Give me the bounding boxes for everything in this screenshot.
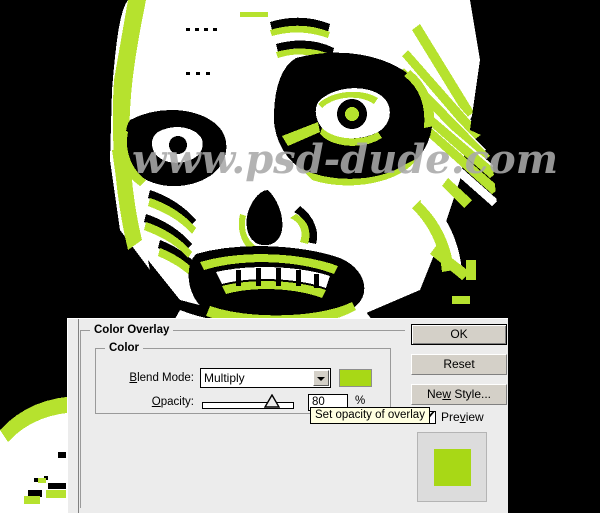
ok-button[interactable]: OK xyxy=(411,324,507,345)
chevron-down-icon[interactable] xyxy=(313,370,329,386)
reset-button[interactable]: Reset xyxy=(411,354,507,375)
style-preview-box xyxy=(417,432,487,502)
opacity-accel: O xyxy=(151,396,161,408)
opacity-label: Opacity: xyxy=(106,396,194,408)
right-eye-socket xyxy=(119,109,227,187)
style-preview-swatch xyxy=(434,449,471,486)
overlay-color-swatch[interactable] xyxy=(339,369,372,387)
opacity-slider-track[interactable] xyxy=(202,402,294,409)
preview-label: Preview xyxy=(441,410,484,424)
tooltip-set-opacity: Set opacity of overlay xyxy=(310,407,430,424)
group-color: Color Blend Mode: Multiply Opacity: 80 % xyxy=(95,342,391,414)
slider-thumb-icon xyxy=(263,393,281,408)
group-title-color-overlay: Color Overlay xyxy=(90,324,174,336)
blend-mode-dropdown[interactable]: Multiply xyxy=(200,368,331,388)
preview-label-prefix: Pre xyxy=(441,410,460,424)
dialog-left-rule xyxy=(78,319,79,513)
blend-mode-label: Blend Mode: xyxy=(106,372,194,384)
new-style-rest: Style... xyxy=(451,387,492,401)
blend-mode-value: Multiply xyxy=(204,371,245,385)
new-style-button[interactable]: New Style... xyxy=(411,384,507,405)
new-style-accel: w xyxy=(442,387,451,401)
opacity-unit: % xyxy=(355,395,366,407)
blend-mode-label-rest: lend Mode: xyxy=(137,372,194,384)
mouth xyxy=(188,246,365,327)
speck-1 xyxy=(58,452,66,458)
blend-mode-accel: B xyxy=(129,372,138,384)
color-overlay-dialog: Color Overlay Color Blend Mode: Multiply… xyxy=(67,318,508,513)
opacity-label-rest: pacity: xyxy=(160,396,194,408)
new-style-prefix: Ne xyxy=(426,387,443,401)
opacity-slider-thumb[interactable] xyxy=(263,393,281,409)
preview-label-rest: iew xyxy=(465,410,484,424)
screenshot-root: www.psd-dude.com Color Overlay Color Ble… xyxy=(0,0,600,513)
group-title-color: Color xyxy=(105,342,144,354)
